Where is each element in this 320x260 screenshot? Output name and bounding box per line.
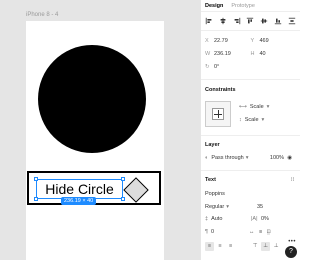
height-field[interactable]: 40 (260, 51, 266, 57)
hide-circle-button[interactable]: Hide Circle 236.19 × 40 (27, 171, 161, 205)
auto-width-icon[interactable]: ↔ (249, 229, 255, 235)
divider (201, 30, 300, 31)
paragraph-row: ¶ 0 ↔ ≡ □ (205, 229, 296, 235)
text-align-center-icon[interactable]: ≡ (216, 242, 225, 251)
blend-mode-select[interactable]: Pass through (211, 155, 243, 161)
font-size-field[interactable]: 35 (257, 204, 263, 210)
spacing-row: ‡ Auto |A| 0% (205, 216, 296, 222)
diamond-icon[interactable] (123, 177, 149, 203)
divider (201, 170, 300, 171)
y-field[interactable]: 469 (260, 38, 269, 44)
chevron-down-icon: ▾ (226, 204, 230, 210)
layer-row: ◐ Pass through ▾ 100% ◉ (205, 155, 296, 161)
distribute-icon[interactable] (288, 17, 296, 25)
font-row: Poppins (205, 191, 296, 197)
text-options-icon[interactable]: ⁞⁞ (291, 177, 294, 183)
button-text-layer[interactable]: Hide Circle (34, 177, 125, 201)
rotation-field[interactable]: 0° (214, 64, 219, 70)
chevron-down-icon: ▾ (266, 104, 270, 110)
chevron-down-icon: ▾ (261, 117, 265, 123)
text-align-row: ≡ ≡ ≡ ⊤ ⊥ ⊥ (205, 242, 296, 251)
more-options-icon[interactable]: ••• (288, 239, 296, 245)
align-left-icon[interactable] (205, 17, 213, 25)
tab-design[interactable]: Design (205, 3, 223, 9)
alignment-toolbar (205, 16, 296, 26)
resize-handle-bottom-right[interactable] (121, 197, 125, 201)
constraints-title: Constraints (205, 87, 236, 93)
canvas[interactable]: iPhone 8 - 4 Hide Circle 236.19 × 40 (0, 0, 200, 260)
paragraph-spacing-icon: ¶ (205, 229, 208, 235)
x-field[interactable]: 22.79 (214, 38, 228, 44)
blend-mode-icon: ◐ (205, 155, 209, 161)
line-height-icon: ‡ (205, 216, 209, 222)
rotation-icon: ↻ (205, 64, 210, 70)
tab-prototype[interactable]: Prototype (231, 3, 255, 9)
help-icon[interactable]: ? (285, 246, 297, 258)
resize-handle-top-right[interactable] (121, 177, 125, 181)
black-circle[interactable] (38, 45, 146, 153)
letter-spacing-field[interactable]: 0% (261, 216, 269, 222)
font-weight-select[interactable]: Regular (205, 204, 224, 210)
chevron-down-icon: ▾ (245, 155, 249, 161)
font-family-select[interactable]: Poppins (205, 191, 225, 197)
horizontal-constraint-value: Scale (249, 104, 264, 110)
vertical-constraint-value: Scale (244, 117, 259, 123)
plus-icon (212, 108, 224, 120)
text-align-right-icon[interactable]: ≡ (226, 242, 235, 251)
properties-panel: Design Prototype X 22.79 Y 469 W 236.19 H 40… (200, 0, 300, 260)
align-middle-icon[interactable] (260, 17, 268, 25)
line-height-field[interactable]: Auto (211, 216, 222, 222)
position-row: X 22.79 Y 469 (205, 38, 296, 44)
paragraph-spacing-field[interactable]: 0 (211, 229, 214, 235)
width-field[interactable]: 236.19 (214, 51, 231, 57)
auto-height-icon[interactable]: ≡ (259, 229, 262, 235)
frame-label[interactable]: iPhone 8 - 4 (26, 12, 58, 18)
size-row: W 236.19 H 40 (205, 51, 296, 57)
align-top-icon[interactable] (246, 17, 254, 25)
w-label: W (205, 51, 211, 57)
eye-icon[interactable]: ◉ (287, 155, 292, 161)
text-align-bottom-icon[interactable]: ⊥ (272, 242, 281, 251)
phone-frame[interactable]: Hide Circle 236.19 × 40 (26, 21, 164, 260)
text-align-top-icon[interactable]: ⊤ (251, 242, 260, 251)
panel-tabs: Design Prototype (201, 0, 300, 12)
x-label: X (205, 38, 209, 44)
fixed-size-icon[interactable]: □ (267, 229, 271, 235)
horizontal-constraint-select[interactable]: ⟷ Scale ▾ (239, 104, 269, 110)
y-label: Y (250, 38, 255, 44)
horizontal-arrows-icon: ⟷ (239, 104, 247, 110)
font-style-row: Regular ▾ 35 (205, 204, 296, 210)
vertical-constraint-select[interactable]: ↕ Scale ▾ (239, 117, 264, 123)
divider (201, 135, 300, 136)
letter-spacing-icon: |A| (251, 216, 258, 222)
size-badge: 236.19 × 40 (61, 197, 97, 205)
text-align-middle-icon[interactable]: ⊥ (261, 242, 271, 251)
constraints-widget[interactable] (205, 101, 231, 127)
resize-handle-top-left[interactable] (34, 177, 38, 181)
text-title: Text (205, 177, 216, 183)
layer-title: Layer (205, 142, 220, 148)
align-right-icon[interactable] (233, 17, 241, 25)
h-label: H (250, 51, 255, 57)
divider (201, 79, 300, 80)
text-align-left-icon[interactable]: ≡ (205, 242, 214, 251)
align-center-h-icon[interactable] (219, 17, 227, 25)
align-bottom-icon[interactable] (274, 17, 282, 25)
vertical-arrows-icon: ↕ (239, 117, 242, 123)
button-label: Hide Circle (45, 181, 114, 197)
opacity-field[interactable]: 100% (270, 155, 284, 161)
resize-handle-bottom-left[interactable] (34, 197, 38, 201)
rotation-row: ↻ 0° (205, 64, 296, 70)
